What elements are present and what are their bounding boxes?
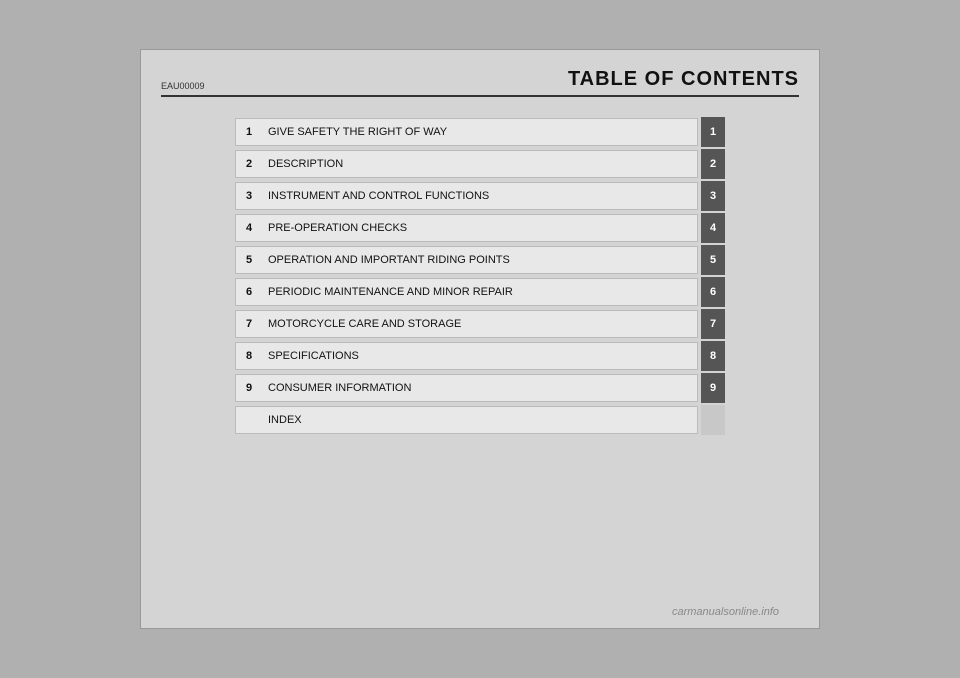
toc-item-num: 3 xyxy=(246,190,260,202)
toc-item-label: MOTORCYCLE CARE AND STORAGE xyxy=(268,318,461,330)
page: EAU00009 TABLE OF CONTENTS 1 GIVE SAFETY … xyxy=(140,49,820,629)
toc-item-9[interactable]: 9 CONSUMER INFORMATION xyxy=(235,374,698,402)
toc-item-num: 2 xyxy=(246,158,260,170)
toc-item-7[interactable]: 7 MOTORCYCLE CARE AND STORAGE xyxy=(235,310,698,338)
toc-tab-1: 1 xyxy=(701,117,725,147)
toc-index-item[interactable]: INDEX xyxy=(235,406,698,434)
toc-item-1[interactable]: 1 GIVE SAFETY THE RIGHT OF WAY xyxy=(235,118,698,146)
toc-container: 1GIVE SAFETY THE RIGHT OF WAY12DESCRIPTI… xyxy=(235,117,725,435)
toc-row[interactable]: 8 SPECIFICATIONS 8 xyxy=(235,341,725,371)
toc-item-num: 5 xyxy=(246,254,260,266)
toc-item-label: PRE-OPERATION CHECKS xyxy=(268,222,407,234)
toc-item-label: INSTRUMENT AND CONTROL FUNCTIONS xyxy=(268,190,489,202)
toc-item-2[interactable]: 2 DESCRIPTION xyxy=(235,150,698,178)
toc-item-label: OPERATION AND IMPORTANT RIDING POINTS xyxy=(268,254,510,266)
toc-row[interactable]: 2 DESCRIPTION 2 xyxy=(235,149,725,179)
toc-item-num: 9 xyxy=(246,382,260,394)
toc-item-label: CONSUMER INFORMATION xyxy=(268,382,411,394)
toc-item-num: 1 xyxy=(246,126,260,138)
index-tab xyxy=(701,405,725,435)
page-inner: EAU00009 TABLE OF CONTENTS 1 GIVE SAFETY … xyxy=(141,50,819,628)
toc-row[interactable]: 3 INSTRUMENT AND CONTROL FUNCTIONS 3 xyxy=(235,181,725,211)
toc-item-3[interactable]: 3 INSTRUMENT AND CONTROL FUNCTIONS xyxy=(235,182,698,210)
watermark: carmanualsonline.info xyxy=(672,606,779,618)
toc-item-8[interactable]: 8 SPECIFICATIONS xyxy=(235,342,698,370)
toc-item-num: 8 xyxy=(246,350,260,362)
toc-index-row: INDEX xyxy=(235,405,725,435)
toc-item-label: SPECIFICATIONS xyxy=(268,350,359,362)
doc-code: EAU00009 xyxy=(161,81,205,91)
toc-row[interactable]: 1 GIVE SAFETY THE RIGHT OF WAY 1 xyxy=(235,117,725,147)
toc-item-4[interactable]: 4 PRE-OPERATION CHECKS xyxy=(235,214,698,242)
toc-row[interactable]: 6 PERIODIC MAINTENANCE AND MINOR REPAIR 6 xyxy=(235,277,725,307)
toc-item-6[interactable]: 6 PERIODIC MAINTENANCE AND MINOR REPAIR xyxy=(235,278,698,306)
toc-rows: 1GIVE SAFETY THE RIGHT OF WAY12DESCRIPTI… xyxy=(235,117,725,403)
toc-row[interactable]: 4 PRE-OPERATION CHECKS 4 xyxy=(235,213,725,243)
toc-tab-2: 2 xyxy=(701,149,725,179)
toc-item-label: GIVE SAFETY THE RIGHT OF WAY xyxy=(268,126,447,138)
toc-tab-3: 3 xyxy=(701,181,725,211)
index-label: INDEX xyxy=(268,414,302,426)
toc-row[interactable]: 7 MOTORCYCLE CARE AND STORAGE 7 xyxy=(235,309,725,339)
toc-item-5[interactable]: 5 OPERATION AND IMPORTANT RIDING POINTS xyxy=(235,246,698,274)
toc-tab-6: 6 xyxy=(701,277,725,307)
toc-tab-5: 5 xyxy=(701,245,725,275)
toc-tab-4: 4 xyxy=(701,213,725,243)
toc-item-num: 7 xyxy=(246,318,260,330)
header-row: EAU00009 TABLE OF CONTENTS xyxy=(161,68,799,97)
toc-row[interactable]: 5 OPERATION AND IMPORTANT RIDING POINTS 5 xyxy=(235,245,725,275)
page-title: TABLE OF CONTENTS xyxy=(568,68,799,91)
toc-item-num: 6 xyxy=(246,286,260,298)
toc-item-label: DESCRIPTION xyxy=(268,158,343,170)
toc-tab-9: 9 xyxy=(701,373,725,403)
toc-tab-8: 8 xyxy=(701,341,725,371)
toc-item-num: 4 xyxy=(246,222,260,234)
toc-tab-7: 7 xyxy=(701,309,725,339)
toc-row[interactable]: 9 CONSUMER INFORMATION 9 xyxy=(235,373,725,403)
toc-item-label: PERIODIC MAINTENANCE AND MINOR REPAIR xyxy=(268,286,513,298)
